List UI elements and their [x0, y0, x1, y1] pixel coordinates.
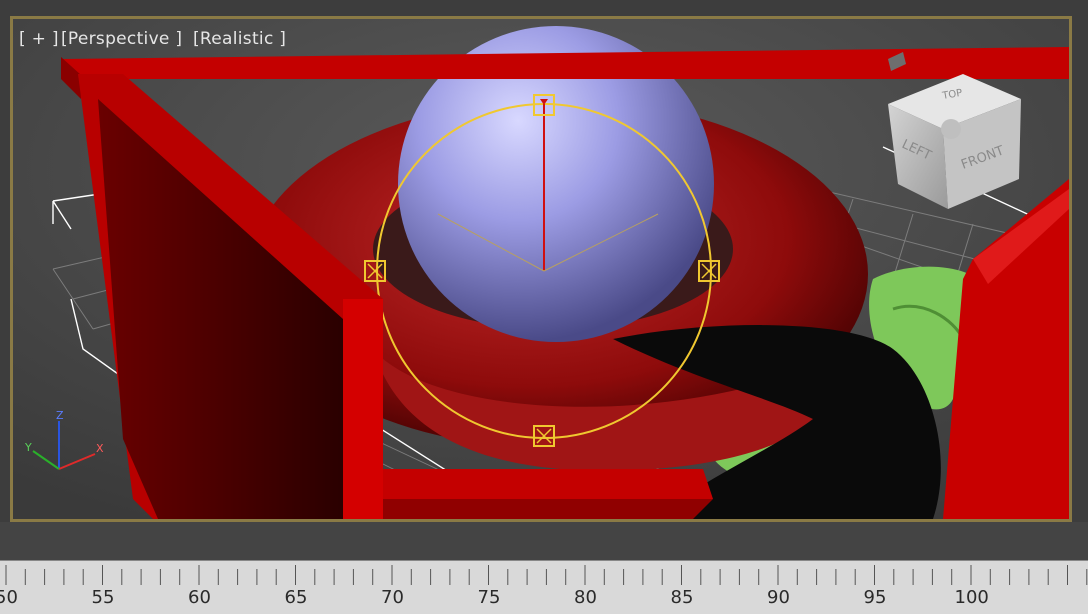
timeline-ticks [5, 565, 1088, 585]
timeline-label: 85 [670, 587, 694, 608]
axis-z-label: Z [56, 409, 64, 422]
perspective-viewport[interactable]: TOP LEFT FRONT Z X Y [ + ] [Perspective … [10, 16, 1072, 522]
viewport-shading-label[interactable]: [Realistic ] [193, 29, 286, 49]
timeline-label: 80 [574, 587, 597, 608]
timeline-label: 65 [284, 587, 308, 608]
viewport-view-label[interactable]: [Perspective ] [61, 29, 182, 49]
viewport-bottom-bar [0, 522, 1088, 560]
axis-x-label: X [96, 442, 104, 455]
timeline-label: 95 [863, 587, 887, 608]
viewport-scene[interactable]: TOP LEFT FRONT Z X Y [13, 19, 1069, 519]
timeline-label: 90 [767, 587, 790, 608]
viewport-plus-menu[interactable]: [ + ] [19, 29, 59, 49]
timeline-label: 50 [0, 587, 18, 608]
timeline-ruler[interactable]: 50 55 60 65 70 75 80 85 90 95 100 [0, 560, 1088, 614]
timeline-label: 70 [381, 587, 404, 608]
axis-y-label: Y [24, 441, 32, 454]
timeline-label: 60 [188, 587, 211, 608]
timeline-label: 75 [477, 587, 501, 608]
timeline-label: 100 [954, 587, 989, 608]
timeline-label: 55 [91, 587, 115, 608]
app-window: TOP LEFT FRONT Z X Y [ + ] [Perspective … [0, 0, 1088, 614]
